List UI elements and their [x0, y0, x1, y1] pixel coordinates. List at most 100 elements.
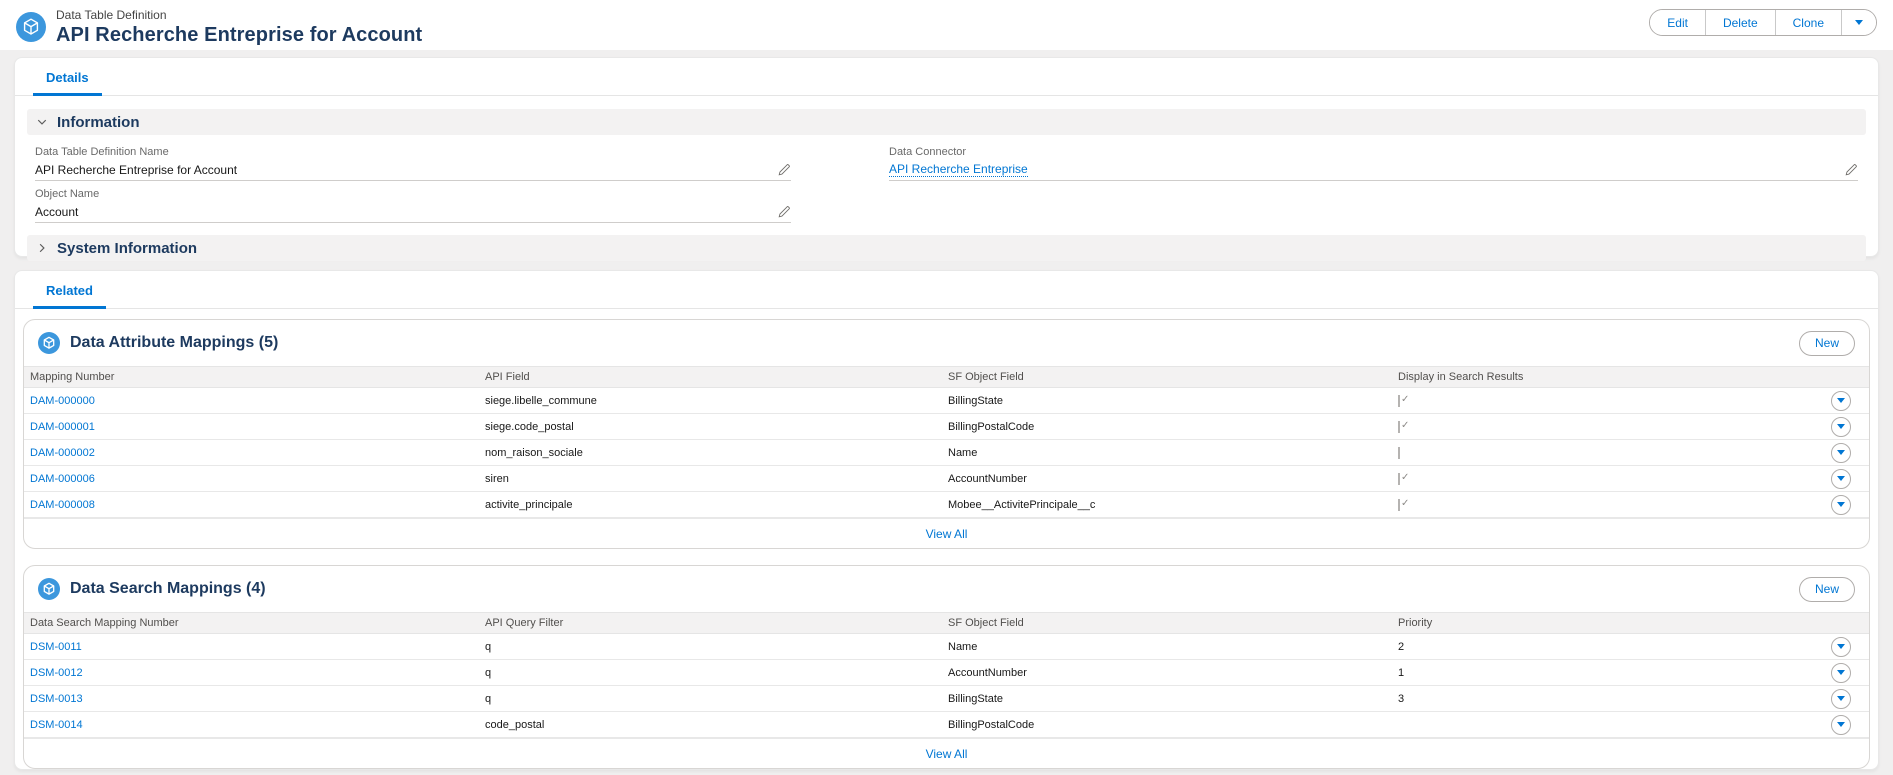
field-value: API Recherche Entreprise for Account: [35, 162, 238, 177]
api-query-filter-cell: q: [485, 692, 492, 705]
column-header[interactable]: API Query Filter: [479, 617, 942, 629]
record-link[interactable]: DSM-0013: [30, 692, 83, 705]
display-checkbox: [1398, 446, 1400, 459]
sf-object-field-cell: Mobee__ActivitePrincipale__c: [948, 498, 1096, 511]
table-row: DSM-0011 q Name 2: [24, 634, 1869, 660]
record-link[interactable]: DSM-0011: [30, 640, 82, 653]
edit-pencil-icon[interactable]: [1845, 163, 1858, 176]
chevron-down-icon: [1837, 424, 1845, 429]
table-row: DAM-000002 nom_raison_sociale Name: [24, 440, 1869, 466]
field-data-connector: Data Connector API Recherche Entreprise: [889, 139, 1858, 181]
chevron-down-icon: [1855, 20, 1863, 25]
display-checkbox: [1398, 498, 1400, 511]
column-header[interactable]: SF Object Field: [942, 617, 1392, 629]
record-action-group: Edit Delete Clone: [1649, 9, 1877, 36]
delete-button[interactable]: Delete: [1704, 10, 1775, 35]
table-header-row: Data Search Mapping Number API Query Fil…: [24, 612, 1869, 634]
more-actions-button[interactable]: [1841, 10, 1876, 35]
chevron-down-icon: [36, 116, 48, 128]
page-title: API Recherche Entreprise for Account: [56, 24, 423, 46]
record-link[interactable]: DAM-000000: [30, 394, 95, 407]
sf-object-field-cell: BillingPostalCode: [948, 420, 1035, 433]
chevron-down-icon: [1837, 450, 1845, 455]
record-link[interactable]: DAM-000002: [30, 446, 95, 459]
information-fields: Data Table Definition Name API Recherche…: [15, 135, 1878, 223]
sf-object-field-cell: BillingPostalCode: [948, 718, 1035, 731]
row-actions-button[interactable]: [1831, 390, 1851, 411]
chevron-down-icon: [1837, 476, 1845, 481]
field-label: Data Table Definition Name: [35, 146, 169, 158]
row-actions-button[interactable]: [1831, 714, 1851, 735]
table-row: DSM-0014 code_postal BillingPostalCode: [24, 712, 1869, 738]
sf-object-field-cell: Name: [948, 446, 978, 459]
view-all-link[interactable]: View All: [926, 527, 968, 541]
edit-pencil-icon[interactable]: [778, 205, 791, 218]
api-field-cell: siege.code_postal: [485, 420, 574, 433]
related-tabbar: Related: [15, 271, 1878, 309]
display-checkbox: [1398, 420, 1400, 433]
sf-object-field-cell: BillingState: [948, 394, 1004, 407]
column-header[interactable]: API Field: [479, 371, 942, 383]
row-actions-button[interactable]: [1831, 688, 1851, 709]
priority-cell: 1: [1398, 666, 1405, 679]
display-checkbox: [1398, 472, 1400, 485]
section-information-header[interactable]: Information: [27, 109, 1866, 135]
column-header[interactable]: Display in Search Results: [1392, 371, 1813, 383]
record-link[interactable]: DSM-0014: [30, 718, 83, 731]
view-all-link[interactable]: View All: [926, 747, 968, 761]
tab-related[interactable]: Related: [33, 274, 106, 309]
chevron-down-icon: [1837, 670, 1845, 675]
record-object-icon: [16, 12, 46, 42]
tab-details[interactable]: Details: [33, 61, 102, 96]
data-connector-link[interactable]: API Recherche Entreprise: [889, 162, 1028, 177]
row-actions-button[interactable]: [1831, 468, 1851, 489]
priority-cell: 2: [1398, 640, 1405, 653]
record-link[interactable]: DSM-0012: [30, 666, 83, 679]
field-label: Object Name: [35, 188, 100, 200]
row-actions-button[interactable]: [1831, 494, 1851, 515]
search-mappings-table: Data Search Mapping Number API Query Fil…: [24, 612, 1869, 738]
table-row: DSM-0013 q BillingState 3: [24, 686, 1869, 712]
column-header[interactable]: Data Search Mapping Number: [24, 617, 479, 629]
table-header-row: Mapping Number API Field SF Object Field…: [24, 366, 1869, 388]
row-actions-button[interactable]: [1831, 636, 1851, 657]
details-tabbar: Details: [15, 58, 1878, 96]
chevron-down-icon: [1837, 722, 1845, 727]
sf-object-field-cell: AccountNumber: [948, 472, 1027, 485]
api-field-cell: nom_raison_sociale: [485, 446, 583, 459]
attribute-mappings-table: Mapping Number API Field SF Object Field…: [24, 366, 1869, 518]
section-title: System Information: [57, 239, 198, 257]
section-system-information-header[interactable]: System Information: [27, 235, 1866, 261]
related-list-title: Data Attribute Mappings (5): [70, 334, 279, 351]
record-link[interactable]: DAM-000008: [30, 498, 95, 511]
api-field-cell: siege.libelle_commune: [485, 394, 597, 407]
clone-button[interactable]: Clone: [1774, 10, 1841, 35]
record-link[interactable]: DAM-000006: [30, 472, 95, 485]
column-header[interactable]: Priority: [1392, 617, 1813, 629]
column-header[interactable]: Mapping Number: [24, 371, 479, 383]
sf-object-field-cell: AccountNumber: [948, 666, 1027, 679]
row-actions-button[interactable]: [1831, 442, 1851, 463]
related-card: Related Data Attribute Mappings (5) New …: [14, 270, 1879, 770]
edit-pencil-icon[interactable]: [778, 163, 791, 176]
related-list-data-attribute-mappings: Data Attribute Mappings (5) New Mapping …: [23, 319, 1870, 549]
page-header: Data Table Definition API Recherche Entr…: [0, 0, 1893, 50]
row-actions-button[interactable]: [1831, 416, 1851, 437]
field-data-table-definition-name: Data Table Definition Name API Recherche…: [35, 139, 791, 181]
field-object-name: Object Name Account: [35, 181, 791, 223]
related-list-icon: [38, 332, 60, 354]
api-field-cell: activite_principale: [485, 498, 573, 511]
priority-cell: 3: [1398, 692, 1405, 705]
new-attribute-mapping-button[interactable]: New: [1798, 330, 1855, 356]
record-link[interactable]: DAM-000001: [30, 420, 95, 433]
edit-button[interactable]: Edit: [1650, 10, 1705, 35]
chevron-down-icon: [1837, 502, 1845, 507]
related-list-title: Data Search Mappings (4): [70, 580, 266, 597]
new-search-mapping-button[interactable]: New: [1798, 576, 1855, 602]
table-row: DAM-000001 siege.code_postal BillingPost…: [24, 414, 1869, 440]
related-list-icon: [38, 578, 60, 600]
row-actions-button[interactable]: [1831, 662, 1851, 683]
table-row: DSM-0012 q AccountNumber 1: [24, 660, 1869, 686]
column-header[interactable]: SF Object Field: [942, 371, 1392, 383]
api-query-filter-cell: q: [485, 666, 492, 679]
